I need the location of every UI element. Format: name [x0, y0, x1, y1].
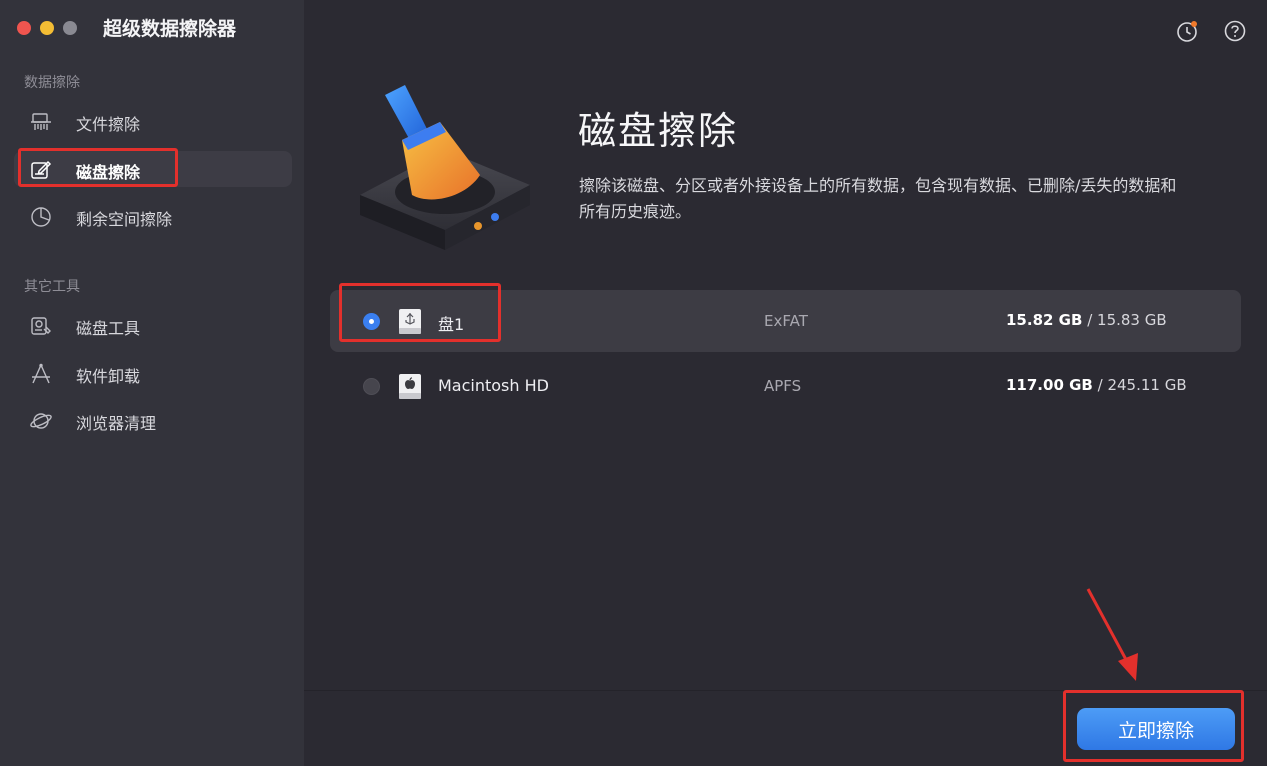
disk-used: 117.00 GB — [1006, 376, 1093, 394]
highlight-box-disk-1 — [339, 283, 501, 342]
disk-name: Macintosh HD — [438, 376, 549, 395]
sidebar-item-label: 剩余空间擦除 — [76, 210, 173, 229]
shredder-icon — [31, 113, 51, 130]
zoom-window-button[interactable] — [63, 21, 77, 35]
pie-chart-icon — [31, 207, 51, 227]
help-icon[interactable] — [1224, 20, 1246, 42]
highlight-box-disk-erase — [18, 148, 178, 187]
sidebar: 超级数据擦除器 数据擦除 文件擦除 磁盘擦除 剩余空间擦除 其它工具 磁盘工具 … — [0, 0, 304, 766]
page-title: 磁盘擦除 — [578, 109, 739, 153]
disk-used: 15.82 GB — [1006, 311, 1083, 329]
disk-tool-icon — [31, 317, 51, 335]
planet-icon — [30, 413, 52, 429]
section-label-data-erase: 数据擦除 — [24, 75, 80, 91]
disk-size: 117.00 GB / 245.11 GB — [1006, 376, 1187, 394]
disk-total: / 245.11 GB — [1097, 376, 1187, 394]
sidebar-item-label: 文件擦除 — [76, 115, 141, 134]
disk-row-2[interactable]: Macintosh HD APFS 117.00 GB / 245.11 GB — [330, 355, 1241, 417]
sidebar-item-label: 磁盘工具 — [76, 319, 141, 338]
close-window-button[interactable] — [17, 21, 31, 35]
sidebar-item-file-erase[interactable]: 文件擦除 — [14, 103, 292, 139]
sidebar-item-disk-tool[interactable]: 磁盘工具 — [14, 307, 292, 343]
highlight-box-erase-button — [1063, 690, 1244, 762]
annotation-arrow-icon — [1086, 588, 1138, 681]
sidebar-item-free-space-erase[interactable]: 剩余空间擦除 — [14, 198, 292, 234]
apple-drive-icon — [399, 374, 421, 399]
disk-filesystem: ExFAT — [764, 312, 808, 330]
disk-size: 15.82 GB / 15.83 GB — [1006, 311, 1167, 329]
disk-broom-illustration — [360, 85, 530, 250]
app-title: 超级数据擦除器 — [103, 18, 237, 40]
section-label-other-tools: 其它工具 — [24, 279, 80, 295]
disk-radio-unselected[interactable] — [363, 378, 380, 395]
minimize-window-button[interactable] — [40, 21, 54, 35]
sidebar-item-label: 浏览器清理 — [76, 414, 157, 433]
sidebar-item-uninstall[interactable]: 软件卸载 — [14, 355, 292, 391]
page-description: 擦除该磁盘、分区或者外接设备上的所有数据，包含现有数据、已删除/丢失的数据和所有… — [579, 176, 1177, 221]
app-window: 超级数据擦除器 数据擦除 文件擦除 磁盘擦除 剩余空间擦除 其它工具 磁盘工具 … — [0, 0, 1267, 766]
sidebar-item-label: 软件卸载 — [76, 367, 141, 386]
uninstall-icon — [32, 363, 50, 384]
sidebar-item-browser-clean[interactable]: 浏览器清理 — [14, 402, 292, 438]
history-clock-icon[interactable] — [1176, 20, 1198, 42]
disk-filesystem: APFS — [764, 377, 802, 395]
disk-total: / 15.83 GB — [1087, 311, 1167, 329]
